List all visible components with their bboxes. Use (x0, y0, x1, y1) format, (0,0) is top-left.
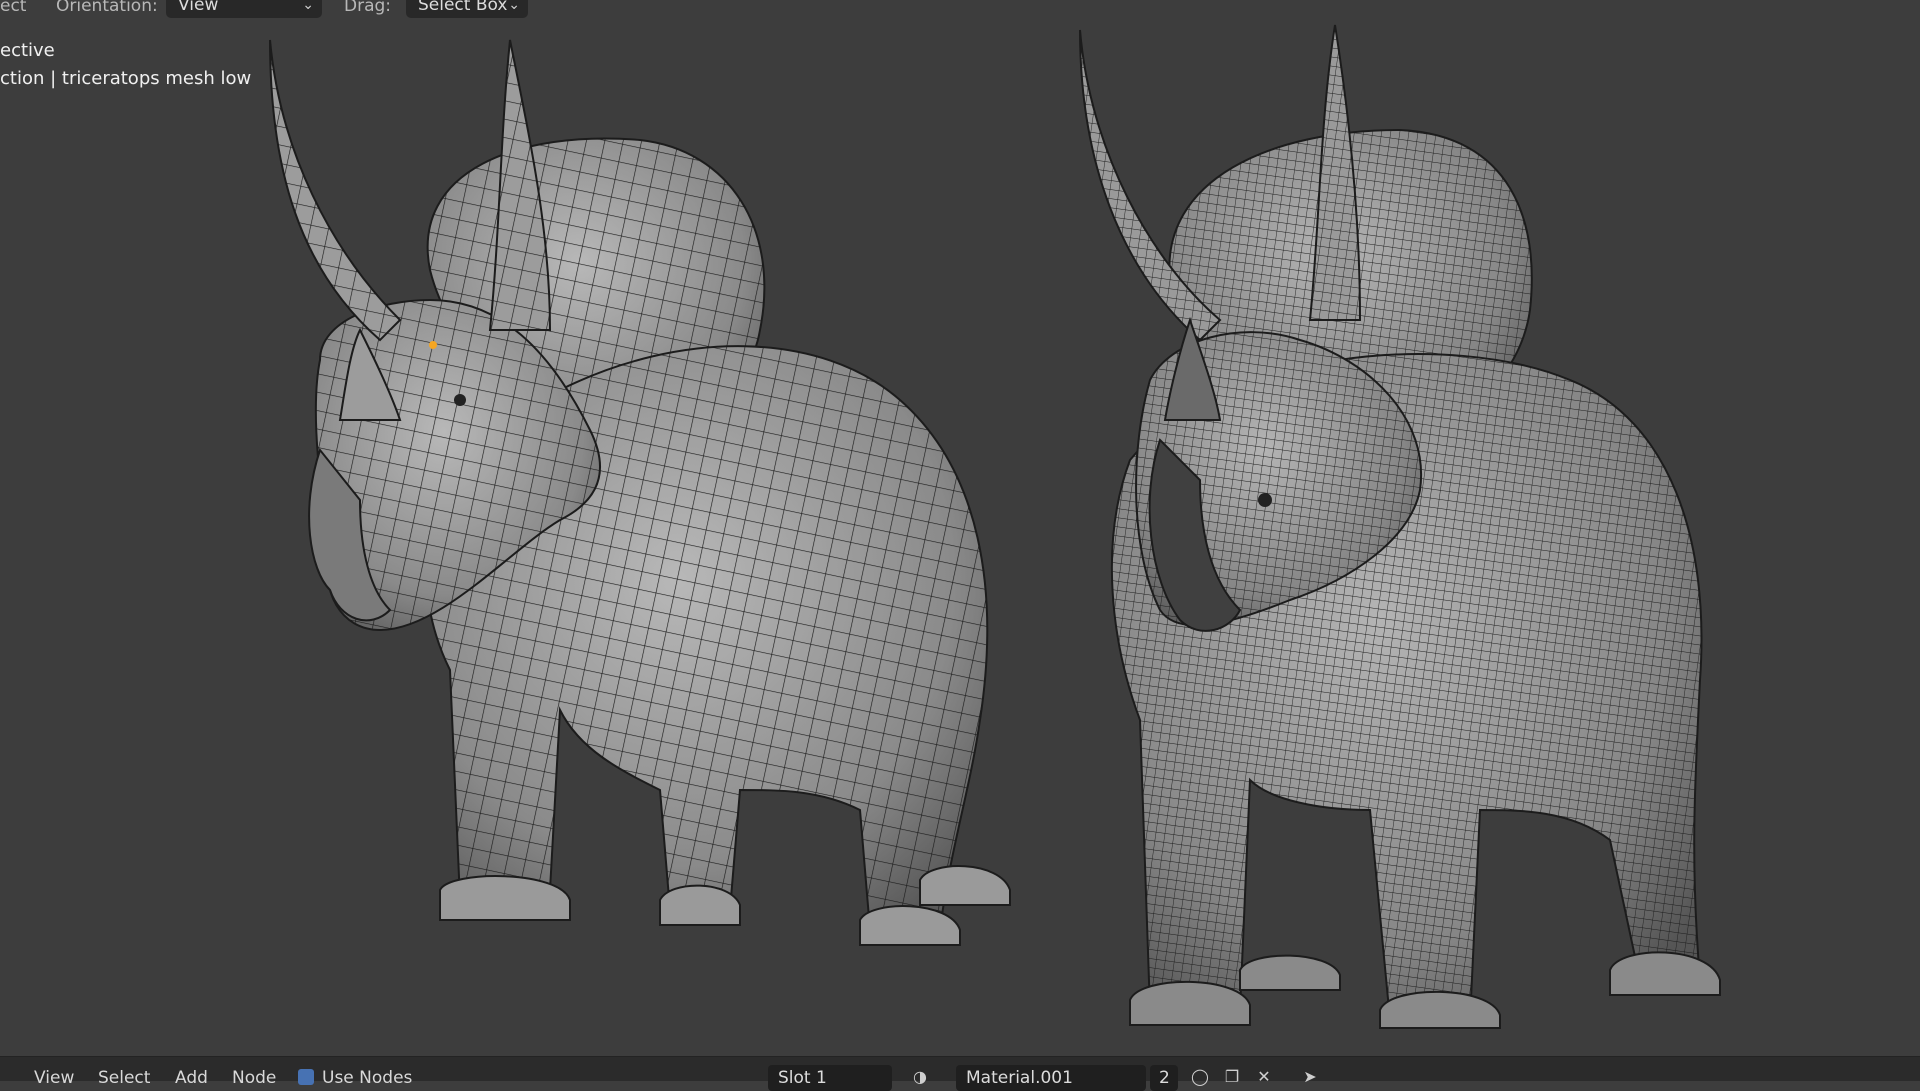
use-nodes-checkbox[interactable] (298, 1069, 314, 1085)
orientation-label: Orientation: (56, 0, 158, 16)
triceratops-low-mesh[interactable] (260, 30, 1020, 1020)
material-name: Material.001 (966, 1068, 1073, 1088)
orientation-value: View (178, 0, 219, 15)
drag-label: Drag: (344, 0, 392, 16)
slot-dropdown[interactable]: Slot 1 (768, 1065, 892, 1091)
drag-value: Select Box (418, 0, 508, 15)
select-menu-label[interactable]: ect (0, 0, 26, 16)
menu-view[interactable]: View (34, 1070, 74, 1087)
menu-select[interactable]: Select (98, 1070, 150, 1087)
menu-node[interactable]: Node (232, 1070, 276, 1087)
shield-icon[interactable]: ◯ (1190, 1067, 1210, 1087)
material-name-field[interactable]: Material.001 (956, 1065, 1146, 1091)
pin-icon[interactable]: ➤ (1300, 1067, 1320, 1087)
viewport-header: ect Orientation: View ⌄ Drag: Select Box… (0, 0, 1920, 20)
triceratops-subdivided-mesh[interactable] (1070, 20, 1770, 1030)
slot-value: Slot 1 (778, 1068, 827, 1088)
origin-dot (429, 341, 437, 349)
menu-add[interactable]: Add (175, 1070, 208, 1087)
node-editor-header: View Select Add Node Use Nodes Slot 1 ◑ … (0, 1056, 1920, 1091)
collection-object-text: ction | triceratops mesh low (0, 68, 252, 89)
material-sphere-icon[interactable]: ◑ (910, 1067, 930, 1087)
chevron-down-icon: ⌄ (302, 0, 314, 13)
chevron-down-icon: ⌄ (508, 0, 520, 13)
user-count[interactable]: 2 (1150, 1065, 1178, 1091)
drag-dropdown[interactable]: Select Box ⌄ (406, 0, 528, 18)
orientation-dropdown[interactable]: View ⌄ (166, 0, 322, 18)
view-mode-text: ective (0, 40, 55, 61)
3d-viewport[interactable]: ect Orientation: View ⌄ Drag: Select Box… (0, 0, 1920, 1056)
duplicate-icon[interactable]: ❐ (1222, 1067, 1242, 1087)
close-icon[interactable]: ✕ (1254, 1067, 1274, 1087)
use-nodes-label: Use Nodes (322, 1068, 413, 1088)
user-count-value: 2 (1159, 1068, 1170, 1088)
